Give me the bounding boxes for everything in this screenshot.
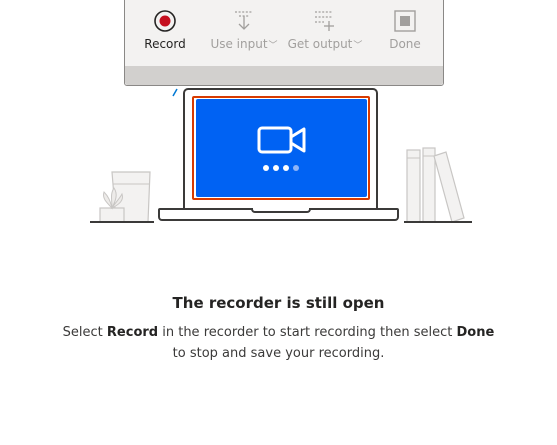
glass-and-plant-icon bbox=[99, 171, 151, 223]
laptop-notch bbox=[251, 208, 311, 213]
video-camera-icon bbox=[257, 126, 306, 154]
recorder-illustration bbox=[0, 0, 557, 240]
ground-line bbox=[404, 221, 472, 223]
progress-dot bbox=[263, 165, 269, 171]
desc-record-emphasis: Record bbox=[106, 325, 159, 340]
status-description: Select Record in the recorder to start r… bbox=[60, 322, 497, 364]
ground-line bbox=[90, 221, 154, 223]
laptop-screen bbox=[196, 99, 367, 197]
progress-dot bbox=[273, 165, 279, 171]
desc-done-emphasis: Done bbox=[456, 325, 495, 340]
progress-dot bbox=[283, 165, 289, 171]
desc-text: Select bbox=[62, 325, 107, 340]
cursor-mark-icon bbox=[172, 88, 178, 97]
progress-dot bbox=[293, 165, 299, 171]
books-icon bbox=[406, 147, 465, 223]
status-title: The recorder is still open bbox=[172, 294, 385, 312]
progress-dots bbox=[263, 165, 299, 171]
desc-text-line2: to stop and save your recording. bbox=[172, 346, 385, 361]
desc-text: in the recorder to start recording then … bbox=[158, 325, 457, 340]
